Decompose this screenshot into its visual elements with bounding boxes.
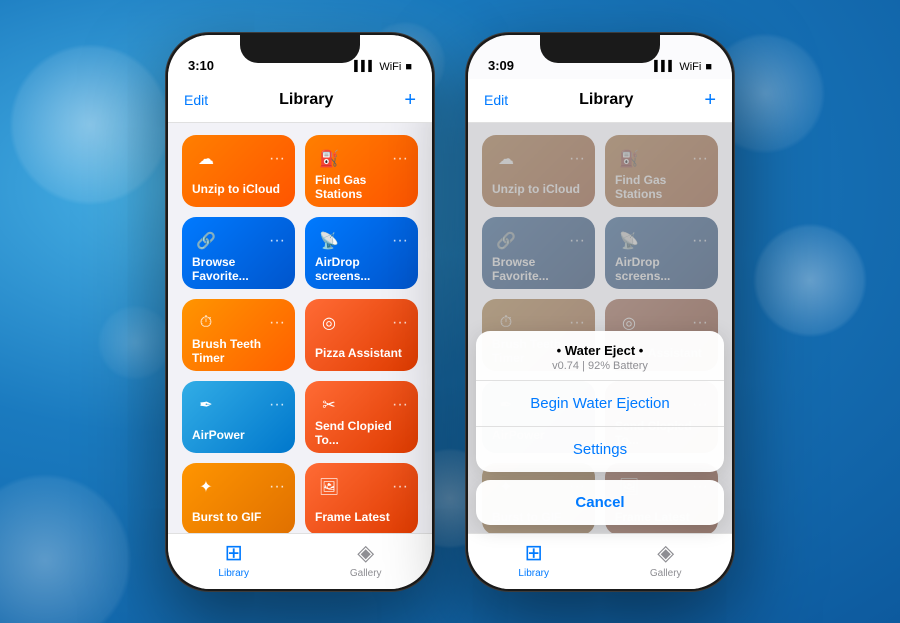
tile-icon-unzip: ☁ xyxy=(192,145,220,173)
tile-unzip-left[interactable]: ☁ ··· Unzip to iCloud xyxy=(182,135,295,207)
tile-label-airdrop: AirDrop screens... xyxy=(315,255,408,284)
tile-label-send: Send Clopied To... xyxy=(315,419,408,448)
settings-button[interactable]: Settings xyxy=(476,427,724,472)
tile-dots-burst[interactable]: ··· xyxy=(269,479,285,495)
tab-gallery-right[interactable]: ◈ Gallery xyxy=(650,540,682,579)
tile-label-airpower: AirPower xyxy=(192,428,285,442)
wifi-icon-right: WiFi xyxy=(679,61,701,73)
tile-dots-frame[interactable]: ··· xyxy=(392,479,408,495)
tile-icon-airpower: ✒ xyxy=(192,391,220,419)
phone-left: 3:10 ▌▌▌ WiFi ■ Edit Library + ☁ xyxy=(165,32,435,592)
tile-icon-burst: ✦ xyxy=(192,473,220,501)
tile-airpower-left[interactable]: ✒ ··· AirPower xyxy=(182,381,295,453)
tab-gallery-label-left: Gallery xyxy=(350,568,382,579)
nav-plus-right[interactable]: + xyxy=(704,89,716,112)
tile-dots-send[interactable]: ··· xyxy=(392,397,408,413)
status-time-left: 3:10 xyxy=(188,58,214,73)
status-icons-right: ▌▌▌ WiFi ■ xyxy=(654,61,712,73)
battery-icon-left: ■ xyxy=(405,61,412,73)
tile-browse-left[interactable]: 🔗 ··· Browse Favorite... xyxy=(182,217,295,289)
tab-library-icon-right: ⊞ xyxy=(524,540,542,566)
phone-right: 3:09 ▌▌▌ WiFi ■ Edit Library + ☁ ··· xyxy=(465,32,735,592)
tile-dots-airdrop[interactable]: ··· xyxy=(392,233,408,249)
notch-left xyxy=(240,35,360,63)
cancel-button[interactable]: Cancel xyxy=(476,480,724,525)
tab-library-label-left: Library xyxy=(218,568,249,579)
status-time-right: 3:09 xyxy=(488,58,514,73)
tab-bar-right: ⊞ Library ◈ Gallery xyxy=(468,533,732,589)
tile-label-burst: Burst to GIF xyxy=(192,510,285,524)
begin-water-ejection-button[interactable]: Begin Water Ejection xyxy=(476,381,724,427)
notch-right xyxy=(540,35,660,63)
phones-container: 3:10 ▌▌▌ WiFi ■ Edit Library + ☁ xyxy=(0,0,900,623)
tile-label-browse: Browse Favorite... xyxy=(192,255,285,284)
nav-edit-left[interactable]: Edit xyxy=(184,92,208,108)
tile-label-gas: Find Gas Stations xyxy=(315,173,408,202)
nav-title-left: Library xyxy=(279,91,333,109)
tile-send-left[interactable]: ✂ ··· Send Clopied To... xyxy=(305,381,418,453)
tile-frame-left[interactable]: 🖼 ··· Frame Latest xyxy=(305,463,418,533)
action-sheet-main: • Water Eject • v0.74 | 92% Battery Begi… xyxy=(476,331,724,472)
tile-pizza-left[interactable]: ◎ ··· Pizza Assistant xyxy=(305,299,418,371)
wifi-icon-left: WiFi xyxy=(379,61,401,73)
tile-label-brush: Brush Teeth Timer xyxy=(192,337,285,366)
action-sheet-cancel: Cancel xyxy=(476,480,724,525)
tile-gas-left[interactable]: ⛽ ··· Find Gas Stations xyxy=(305,135,418,207)
nav-edit-right[interactable]: Edit xyxy=(484,92,508,108)
tile-brush-left[interactable]: ⏱ ··· Brush Teeth Timer xyxy=(182,299,295,371)
tile-label-pizza: Pizza Assistant xyxy=(315,346,408,360)
phone-right-inner: 3:09 ▌▌▌ WiFi ■ Edit Library + ☁ ··· xyxy=(468,35,732,589)
action-sheet: • Water Eject • v0.74 | 92% Battery Begi… xyxy=(476,331,724,533)
tile-dots-unzip[interactable]: ··· xyxy=(269,151,285,167)
tile-icon-browse: 🔗 xyxy=(192,227,220,255)
phone-left-inner: 3:10 ▌▌▌ WiFi ■ Edit Library + ☁ xyxy=(168,35,432,589)
tile-dots-pizza[interactable]: ··· xyxy=(392,315,408,331)
action-sheet-header: • Water Eject • v0.74 | 92% Battery xyxy=(476,331,724,381)
nav-plus-left[interactable]: + xyxy=(404,89,416,112)
shortcuts-grid-left: ☁ ··· Unzip to iCloud ⛽ ··· Find Gas Sta… xyxy=(168,123,432,533)
tile-airdrop-left[interactable]: 📡 ··· AirDrop screens... xyxy=(305,217,418,289)
tile-label-unzip: Unzip to iCloud xyxy=(192,182,285,196)
tile-icon-pizza: ◎ xyxy=(315,309,343,337)
signal-icon-left: ▌▌▌ xyxy=(354,61,375,72)
tile-dots-gas[interactable]: ··· xyxy=(392,151,408,167)
nav-bar-left: Edit Library + xyxy=(168,79,432,123)
tile-icon-frame: 🖼 xyxy=(315,473,343,501)
tile-icon-gas: ⛽ xyxy=(315,145,343,173)
nav-bar-right: Edit Library + xyxy=(468,79,732,123)
action-sheet-overlay[interactable]: • Water Eject • v0.74 | 92% Battery Begi… xyxy=(468,123,732,533)
action-sheet-title: • Water Eject • xyxy=(492,343,708,358)
tab-library-right[interactable]: ⊞ Library xyxy=(518,540,549,579)
tab-gallery-left[interactable]: ◈ Gallery xyxy=(350,540,382,579)
tab-gallery-label-right: Gallery xyxy=(650,568,682,579)
signal-icon-right: ▌▌▌ xyxy=(654,61,675,72)
tab-bar-left: ⊞ Library ◈ Gallery xyxy=(168,533,432,589)
nav-title-right: Library xyxy=(579,91,633,109)
tab-library-left[interactable]: ⊞ Library xyxy=(218,540,249,579)
tile-dots-brush[interactable]: ··· xyxy=(269,315,285,331)
tile-icon-airdrop: 📡 xyxy=(315,227,343,255)
tile-icon-send: ✂ xyxy=(315,391,343,419)
tile-dots-airpower[interactable]: ··· xyxy=(269,397,285,413)
tab-gallery-icon-left: ◈ xyxy=(357,540,374,566)
tile-label-frame: Frame Latest xyxy=(315,510,408,524)
tab-gallery-icon-right: ◈ xyxy=(657,540,674,566)
tile-burst-left[interactable]: ✦ ··· Burst to GIF xyxy=(182,463,295,533)
action-sheet-subtitle: v0.74 | 92% Battery xyxy=(492,360,708,372)
tab-library-label-right: Library xyxy=(518,568,549,579)
tile-icon-brush: ⏱ xyxy=(192,309,220,337)
tile-dots-browse[interactable]: ··· xyxy=(269,233,285,249)
battery-icon-right: ■ xyxy=(705,61,712,73)
status-icons-left: ▌▌▌ WiFi ■ xyxy=(354,61,412,73)
tab-library-icon-left: ⊞ xyxy=(224,540,242,566)
